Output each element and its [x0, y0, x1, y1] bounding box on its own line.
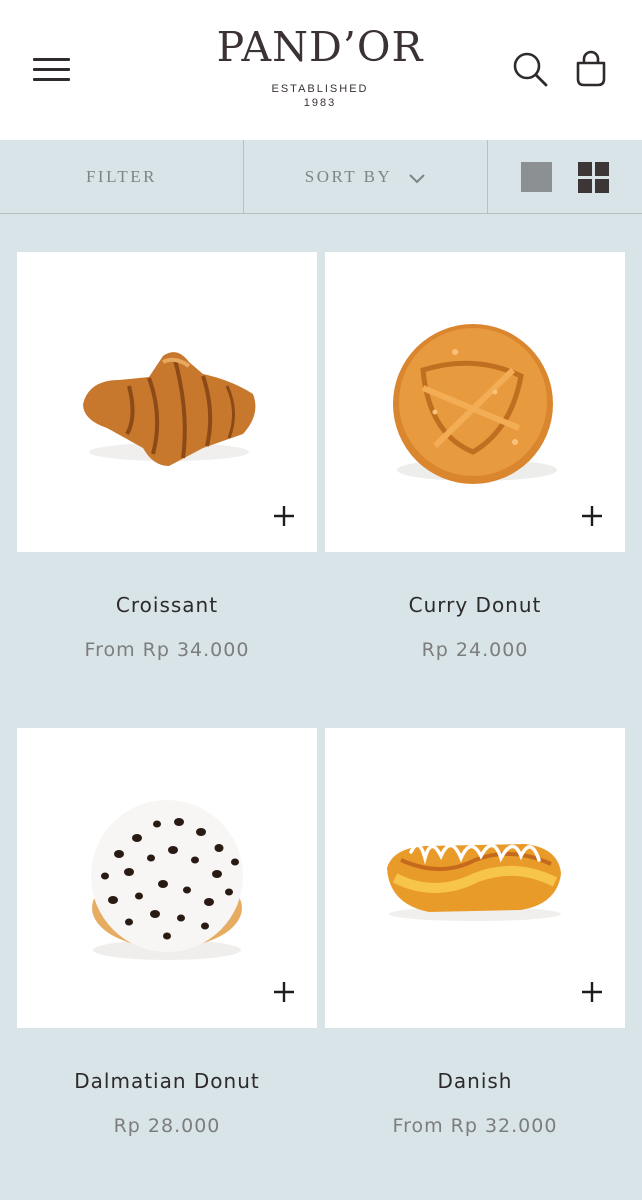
product-card[interactable]: Dalmatian Donut Rp 28.000 [17, 728, 317, 1138]
hamburger-menu-icon[interactable] [33, 55, 71, 85]
filter-button[interactable]: FILTER [0, 140, 243, 214]
product-price: Rp 28.000 [113, 1115, 221, 1137]
sort-by-button[interactable]: SORT BY [244, 140, 487, 214]
brand-tagline: ESTABLISHED [271, 83, 369, 95]
add-to-cart-button[interactable] [559, 962, 625, 1028]
product-image-curry-donut[interactable] [325, 252, 625, 552]
product-image-danish[interactable] [325, 728, 625, 1028]
product-price: From Rp 32.000 [392, 1115, 558, 1137]
filter-label: FILTER [85, 167, 158, 186]
plus-icon [582, 982, 602, 1002]
toolbar-divider [487, 140, 488, 213]
product-price: From Rp 34.000 [84, 639, 250, 661]
chevron-down-icon [409, 174, 425, 184]
product-title[interactable]: Dalmatian Donut [17, 1069, 317, 1093]
search-icon[interactable] [511, 50, 551, 90]
brand-logo[interactable]: PAND’OR ESTABLISHED 1983 [170, 24, 470, 111]
product-card[interactable]: Croissant From Rp 34.000 [17, 252, 317, 662]
plus-icon [274, 982, 294, 1002]
site-header: PAND’OR ESTABLISHED 1983 [0, 0, 642, 140]
product-price: Rp 24.000 [421, 639, 529, 661]
single-column-view-icon[interactable] [521, 162, 552, 196]
shopping-bag-icon[interactable] [572, 50, 612, 90]
product-title[interactable]: Danish [325, 1069, 625, 1093]
product-title[interactable]: Curry Donut [325, 593, 625, 617]
plus-icon [582, 506, 602, 526]
product-title[interactable]: Croissant [17, 593, 317, 617]
product-image-dalmatian-donut[interactable] [17, 728, 317, 1028]
product-card[interactable]: Curry Donut Rp 24.000 [325, 252, 625, 662]
add-to-cart-button[interactable] [251, 486, 317, 552]
brand-year: 1983 [303, 97, 337, 109]
product-image-croissant[interactable] [17, 252, 317, 552]
collection-toolbar: FILTER SORT BY [0, 140, 642, 214]
add-to-cart-button[interactable] [559, 486, 625, 552]
product-card[interactable]: Danish From Rp 32.000 [325, 728, 625, 1138]
brand-name: PAND’OR [216, 23, 424, 71]
grid-view-icon[interactable] [578, 162, 609, 197]
plus-icon [274, 506, 294, 526]
add-to-cart-button[interactable] [251, 962, 317, 1028]
sort-by-label: SORT BY [304, 167, 393, 186]
